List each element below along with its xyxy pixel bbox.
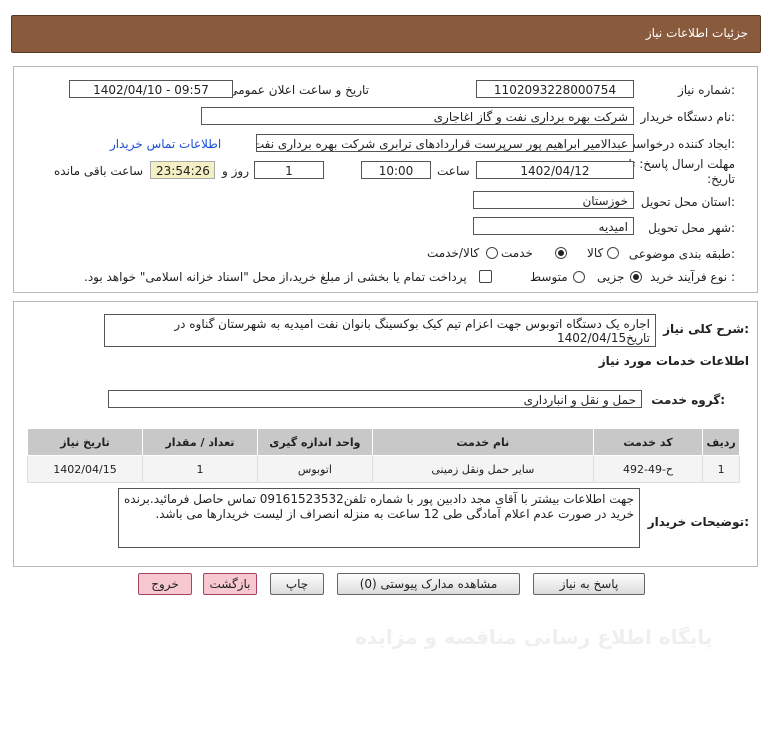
col-unit: واحد اندازه گیری: [256, 428, 373, 456]
days-label: روز و: [222, 164, 249, 178]
buyer-notes-text: جهت اطلاعات بیشتر با آقای مجد دادبین پور…: [118, 488, 640, 548]
category-option-both-label: کالا/خدمت: [427, 246, 480, 260]
services-section-title: اطلاعات خدمات مورد نیاز: [598, 354, 749, 368]
deadline-date-field: 1402/04/12: [476, 161, 634, 179]
announce-field: 1402/04/10 - 09:57: [69, 80, 233, 98]
category-option-service-radio[interactable]: [555, 247, 567, 259]
process-option-minor-radio[interactable]: [630, 271, 642, 283]
description-label: شرح کلی نیاز:: [663, 322, 749, 336]
city-label: شهر محل تحویل:: [648, 221, 735, 235]
watermark-line2: پایگاه اطلاع رسانی مناقصه و مزایده: [355, 625, 713, 649]
buyer-org-field: شرکت بهره برداری نفت و گاز اغاجاری: [201, 107, 634, 125]
col-service-code: کد خدمت: [592, 428, 704, 456]
cell-service-name: سایر حمل ونقل زمینی: [371, 455, 594, 483]
table-row: 1 ح-49-492 سایر حمل ونقل زمینی اتوبوس 1 …: [27, 455, 740, 483]
deadline-time-field: 10:00: [361, 161, 431, 179]
remaining-time-field: 23:54:26: [150, 161, 215, 179]
col-quantity: تعداد / مقدار: [142, 428, 258, 456]
need-info-panel: شماره نیاز: 1102093228000754 تاریخ و ساع…: [13, 66, 758, 293]
category-option-goods-label: کالا: [587, 246, 604, 260]
col-need-date: تاریخ نیاز: [27, 428, 143, 456]
attachments-button[interactable]: مشاهده مدارک پیوستی (0): [337, 573, 520, 595]
services-table: ردیف کد خدمت نام خدمت واحد اندازه گیری ت…: [27, 428, 740, 483]
print-button[interactable]: چاپ: [270, 573, 324, 595]
process-option-medium-radio[interactable]: [573, 271, 585, 283]
province-label: استان محل تحویل:: [640, 195, 735, 209]
category-option-both-radio[interactable]: [486, 247, 498, 259]
remaining-label: ساعت باقی مانده: [54, 164, 144, 178]
cell-quantity: 1: [142, 455, 258, 483]
cell-row-number: 1: [702, 455, 740, 483]
announce-label: تاریخ و ساعت اعلان عمومی:: [224, 83, 369, 97]
process-option-minor-label: جزیی: [597, 270, 625, 284]
process-option-medium-label: متوسط: [530, 270, 568, 284]
process-label: نوع فرآیند خرید :: [650, 270, 735, 284]
city-field: امیدیه: [473, 217, 634, 235]
table-header-row: ردیف کد خدمت نام خدمت واحد اندازه گیری ت…: [27, 428, 740, 456]
service-group-label: گروه خدمت:: [651, 393, 725, 407]
back-button[interactable]: بازگشت: [203, 573, 257, 595]
buyer-notes-label: توضیحات خریدار:: [647, 515, 749, 529]
buyer-org-label: نام دستگاه خریدار:: [640, 110, 736, 124]
exit-button[interactable]: خروج: [138, 573, 192, 595]
cell-service-code: ح-49-492: [592, 455, 704, 483]
deadline-label: مهلت ارسال پاسخ: تا تاریخ:: [628, 157, 735, 186]
col-service-name: نام خدمت: [371, 428, 594, 456]
col-row-number: ردیف: [702, 428, 740, 456]
buyer-contact-link[interactable]: اطلاعات تماس خریدار: [110, 137, 221, 151]
service-group-field: حمل و نقل و انبارداری: [108, 390, 642, 408]
page-header: جزئیات اطلاعات نیاز: [11, 15, 761, 53]
treasury-payment-checkbox[interactable]: [479, 270, 492, 283]
days-field: 1: [254, 161, 324, 179]
need-number-label: شماره نیاز:: [677, 83, 735, 97]
requester-label: ایجاد کننده درخواست:: [624, 137, 735, 151]
need-number-field: 1102093228000754: [476, 80, 634, 98]
province-field: خوزستان: [473, 191, 634, 209]
category-label: طبقه بندی موضوعی:: [628, 247, 735, 261]
category-option-service-label: خدمت: [501, 246, 533, 260]
description-text: اجاره یک دستگاه اتوبوس جهت اعزام تیم کیک…: [104, 314, 656, 347]
cell-need-date: 1402/04/15: [27, 455, 143, 483]
treasury-payment-note: پرداخت تمام یا بخشی از مبلغ خرید،از محل …: [84, 270, 467, 284]
reply-button[interactable]: پاسخ به نیاز: [533, 573, 645, 595]
page-title: جزئیات اطلاعات نیاز: [645, 26, 748, 40]
category-option-goods-radio[interactable]: [607, 247, 619, 259]
time-label: ساعت: [437, 164, 470, 178]
cell-unit: اتوبوس: [256, 455, 373, 483]
requester-field: عبدالامیر ابراهیم پور سرپرست قراردادهای …: [256, 134, 634, 152]
